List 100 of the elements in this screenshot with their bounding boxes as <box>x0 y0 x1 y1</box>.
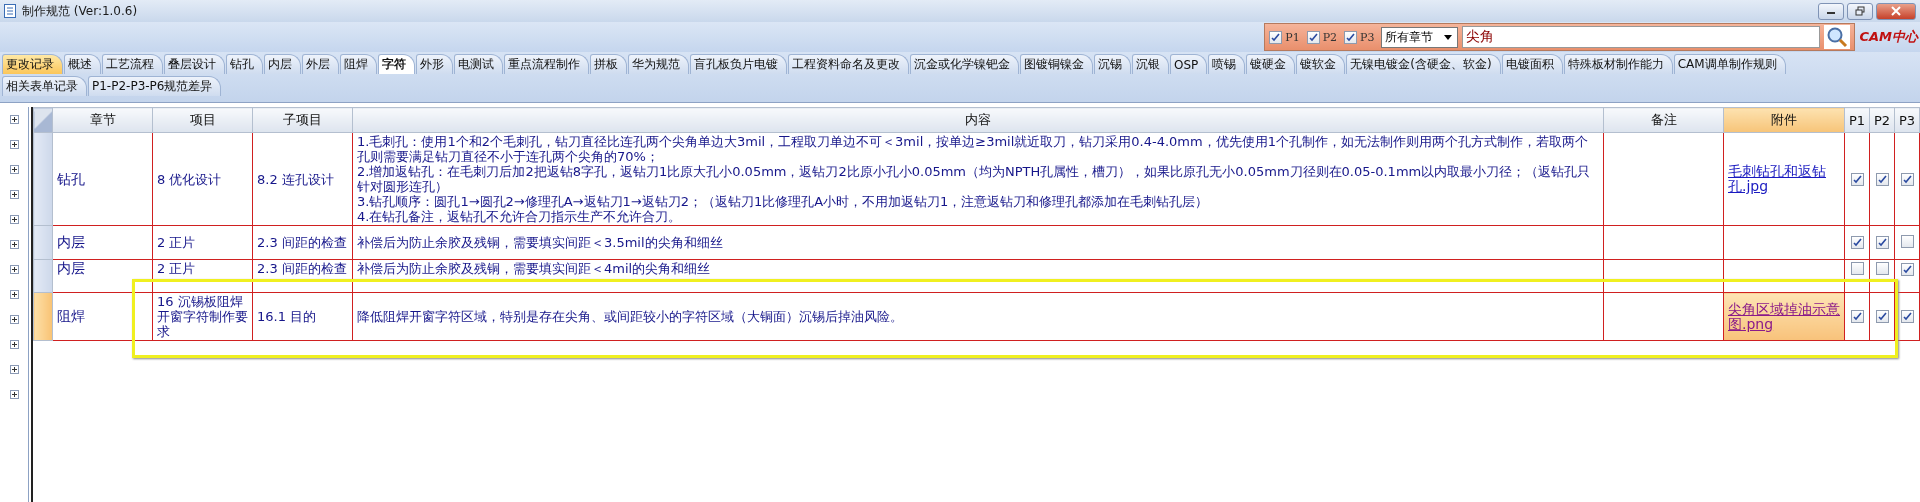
expand-icon[interactable] <box>9 240 19 249</box>
tab[interactable]: OSP <box>1170 54 1208 74</box>
checkbox[interactable] <box>1344 30 1358 44</box>
tab[interactable]: 工艺流程 <box>102 54 163 74</box>
minimize-button[interactable] <box>1818 2 1844 20</box>
close-icon <box>1891 6 1901 16</box>
tab[interactable]: 阻焊 <box>340 54 377 74</box>
table-cell: 2 正片 <box>152 225 253 260</box>
tab[interactable]: 相关表单记录 <box>2 76 87 96</box>
checkbox[interactable] <box>1900 310 1914 323</box>
table-cell: 8 优化设计 <box>152 132 253 226</box>
table-cell: 钻孔 <box>52 132 153 226</box>
checkbox-label: P1 <box>1285 30 1300 44</box>
search-icon <box>1826 26 1849 48</box>
content-text: 2.增加返钻孔：在毛刺刀后加2把返钻8字孔，返钻刀1比原大孔小0.05mm，返钻刀2比原小孔小0.05mm（均为NPTH孔属性，槽刀），如果比原孔无小0.05mm刀径则在0.05-0.1mm以内取最小刀径；（返钻孔只针对圆形连孔） <box>357 164 1592 194</box>
search-field[interactable]: 尖角 <box>1462 26 1821 48</box>
checkbox[interactable] <box>1900 172 1914 186</box>
checkbox[interactable] <box>1850 172 1864 186</box>
column-header[interactable]: 内容 <box>352 107 1604 133</box>
tab[interactable]: 工程资料命名及更改 <box>788 54 909 74</box>
tab[interactable]: 叠层设计 <box>164 54 225 74</box>
table-cell: 16 沉锡板阻焊开窗字符制作要求 <box>152 292 253 341</box>
column-header[interactable]: 子项目 <box>252 107 353 133</box>
tab[interactable]: 内层 <box>264 54 301 74</box>
checkbox[interactable] <box>1850 262 1864 275</box>
column-header[interactable]: P2 <box>1869 107 1895 133</box>
tab[interactable]: 沉银 <box>1132 54 1169 74</box>
table-cell: 16.1 目的 <box>252 292 353 341</box>
restore-button[interactable] <box>1847 2 1873 20</box>
tab[interactable]: 更改记录 <box>2 54 63 74</box>
chapter-dropdown[interactable]: 所有章节 <box>1381 26 1459 48</box>
checkbox[interactable] <box>1306 30 1320 44</box>
tab[interactable]: 喷锡 <box>1208 54 1246 74</box>
tab[interactable]: 图镀铜镍金 <box>1020 54 1093 74</box>
checkbox[interactable] <box>1875 236 1889 249</box>
checkbox[interactable] <box>1850 236 1864 249</box>
expand-icon[interactable] <box>9 215 19 224</box>
expand-icon[interactable] <box>9 115 19 124</box>
caret-icon <box>1444 34 1453 40</box>
content-text: 降低阻焊开窗字符区域，特别是存在尖角、或间距较小的字符区域（大铜面）沉锡后掉油风险。 <box>357 309 904 324</box>
logo: CAM中心 <box>1859 28 1918 46</box>
tab[interactable]: 沉金或化学镍钯金 <box>910 54 1019 74</box>
checkbox[interactable] <box>1900 263 1914 276</box>
tab[interactable]: 拼板 <box>590 54 627 74</box>
checkbox[interactable] <box>1875 172 1889 186</box>
expand-icon[interactable] <box>9 190 19 199</box>
table-cell: 阻焊 <box>52 292 153 341</box>
expand-icon[interactable] <box>9 315 19 324</box>
window-title: 制作规范 (Ver:1.0.6) <box>22 2 138 20</box>
table-cell: 内层 <box>52 225 153 260</box>
checkbox[interactable] <box>1875 310 1889 323</box>
checkbox-label: P3 <box>1360 30 1375 44</box>
search-button[interactable] <box>1824 25 1851 49</box>
expand-icon[interactable] <box>9 140 19 149</box>
tab[interactable]: 电测试 <box>454 54 503 74</box>
tab[interactable]: 字符 <box>378 54 415 74</box>
corner-cell <box>33 107 53 133</box>
document-icon <box>4 4 16 18</box>
tab[interactable]: 钻孔 <box>226 54 263 74</box>
column-header[interactable]: 项目 <box>152 107 253 133</box>
tab[interactable]: 外层 <box>302 54 339 74</box>
content-text: 4.在钻孔备注，返钻孔不允许合刀指示生产不允许合刀。 <box>357 209 683 224</box>
table-cell: 2.3 间距的检查 <box>252 259 353 293</box>
column-header[interactable]: 附件 <box>1723 107 1845 133</box>
content-text: 补偿后为防止余胶及残铜，需要填实间距＜3.5mil的尖角和细丝 <box>357 235 724 250</box>
column-header[interactable]: P1 <box>1844 107 1870 133</box>
tab[interactable]: CAM调单制作规则 <box>1673 54 1786 74</box>
checkbox-label: P2 <box>1322 30 1338 44</box>
tab[interactable]: P1-P2-P3-P6规范差异 <box>88 76 222 96</box>
tab[interactable]: 镀软金 <box>1296 54 1346 74</box>
tab[interactable]: 镀硬金 <box>1246 54 1296 74</box>
tab[interactable]: 无镍电镀金(含硬金、软金) <box>1346 54 1501 74</box>
tab[interactable]: 华为规范 <box>628 54 689 74</box>
table-cell: 2.3 间距的检查 <box>252 225 353 260</box>
expand-icon[interactable] <box>9 265 19 274</box>
checkbox[interactable] <box>1875 262 1889 275</box>
tab[interactable]: 盲孔板负片电镀 <box>690 54 787 74</box>
table-cell: 8.2 连孔设计 <box>252 132 353 226</box>
table-cell: 内层 <box>52 259 153 293</box>
restore-icon <box>1855 6 1865 16</box>
content-text: 1.毛刺孔：使用1个和2个毛刺孔，钻刀直径比连孔两个尖角单边大3mil，工程取刀单边不可＜3mil，按单边≥3mil就近取刀，钻刀采用0.4-4.0mm，优先使用1个孔制作，如无法制作则用两个孔方式制作，若取两个孔则需要满足钻刀直径不小于连孔两个尖角的70%； <box>357 134 1589 164</box>
column-header[interactable]: P3 <box>1894 107 1920 133</box>
expand-icon[interactable] <box>9 340 19 349</box>
checkbox[interactable] <box>1269 30 1283 44</box>
close-button[interactable] <box>1876 2 1916 20</box>
tab[interactable]: 电镀面积 <box>1501 54 1563 74</box>
expand-icon[interactable] <box>9 390 19 399</box>
column-header[interactable]: 章节 <box>52 107 153 133</box>
expand-icon[interactable] <box>9 365 19 374</box>
checkbox[interactable] <box>1850 310 1864 323</box>
checkbox[interactable] <box>1900 234 1914 248</box>
tab[interactable]: 外形 <box>416 54 453 74</box>
tab[interactable]: 重点流程制作 <box>504 54 589 74</box>
tab[interactable]: 沉锡 <box>1094 54 1131 74</box>
tab[interactable]: 特殊板材制作能力 <box>1563 54 1673 74</box>
column-header[interactable]: 备注 <box>1603 107 1724 133</box>
expand-icon[interactable] <box>9 290 19 299</box>
tab[interactable]: 概述 <box>64 54 101 74</box>
content-text: 3.钻孔顺序：圆孔1→圆孔2→修理孔A→返钻刀1→返钻刀2；（返钻刀1比修理孔A小时，不用加返钻刀1，注意返钻刀和修理孔都添加在毛刺钻孔层） <box>357 194 1210 209</box>
expand-icon[interactable] <box>9 165 19 174</box>
